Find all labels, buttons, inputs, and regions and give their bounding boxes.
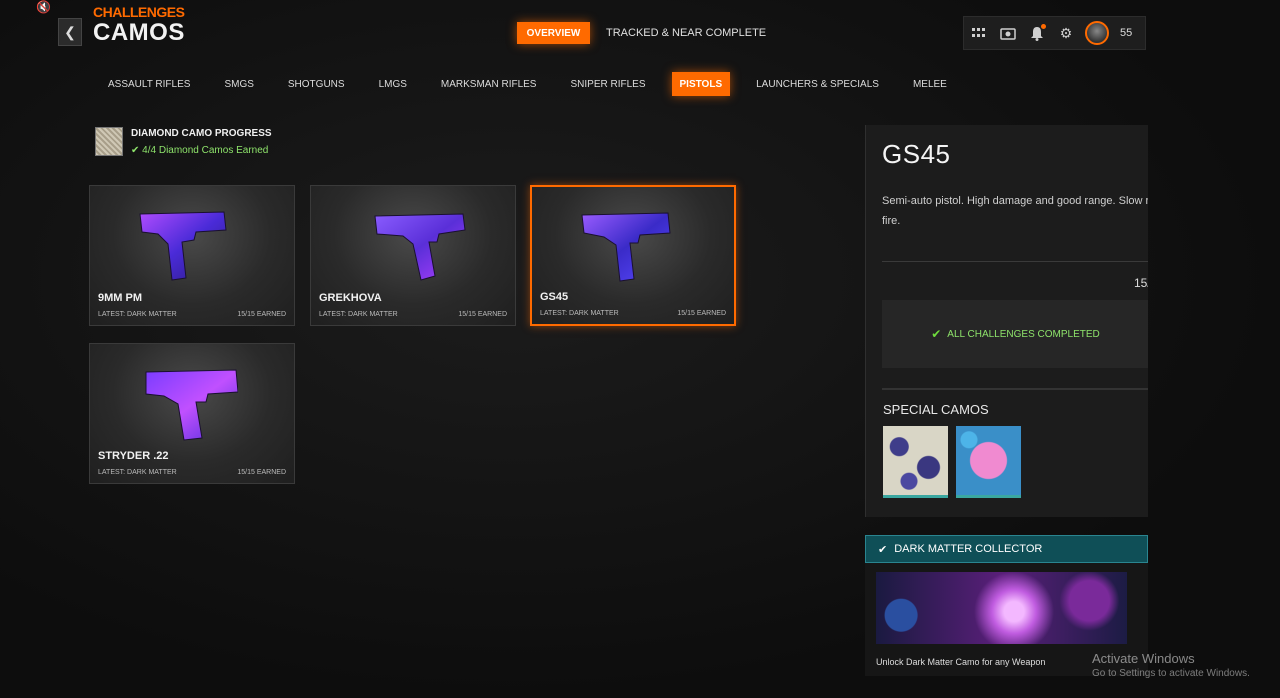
weapon-earned-count: 15/15 EARNED xyxy=(237,311,286,318)
diamond-progress-status: ✔ 4/4 Diamond Camos Earned xyxy=(131,145,269,156)
pistol-icon xyxy=(139,211,227,281)
tab-tracked-near-complete[interactable]: TRACKED & NEAR COMPLETE xyxy=(606,22,766,44)
special-camo-floral[interactable] xyxy=(883,426,948,498)
mute-icon[interactable]: 🔇 xyxy=(36,0,51,14)
tab-melee[interactable]: MELEE xyxy=(905,72,955,96)
weapon-latest-camo: LATEST: DARK MATTER xyxy=(98,311,177,318)
grid-icon[interactable] xyxy=(969,23,989,43)
weapon-earned-count: 15/15 EARNED xyxy=(237,469,286,476)
weapon-name: 9MM PM xyxy=(98,292,142,304)
dark-matter-collector-description: Unlock Dark Matter Camo for any Weapon xyxy=(876,657,1046,667)
diamond-progress-title: DIAMOND CAMO PROGRESS xyxy=(131,128,272,139)
weapon-name: GREKHOVA xyxy=(319,292,382,304)
dark-matter-collector-image xyxy=(876,572,1127,644)
pistol-icon xyxy=(145,369,238,441)
weapon-card-stryder-22[interactable]: STRYDER .22 LATEST: DARK MATTER 15/15 EA… xyxy=(89,343,295,484)
page-title: CAMOS xyxy=(93,19,185,46)
back-icon: ❮ xyxy=(64,23,76,40)
weapon-earned-count: 15/15 EARNED xyxy=(677,310,726,317)
dark-matter-collector-header[interactable]: ✔ DARK MATTER COLLECTOR xyxy=(865,535,1148,563)
special-camos-title: SPECIAL CAMOS xyxy=(883,402,989,417)
weapon-name: STRYDER .22 xyxy=(98,450,169,462)
special-camo-cat[interactable] xyxy=(956,426,1021,498)
check-icon: ✔ xyxy=(878,543,888,556)
weapon-latest-camo: LATEST: DARK MATTER xyxy=(540,310,619,317)
weapon-card-gs45[interactable]: GS45 LATEST: DARK MATTER 15/15 EARNED xyxy=(530,185,736,326)
player-level: 55 xyxy=(1120,27,1133,39)
check-icon: ✔ xyxy=(131,145,143,156)
tab-launchers-specials[interactable]: LAUNCHERS & SPECIALS xyxy=(748,72,887,96)
weapon-name: GS45 xyxy=(540,291,569,303)
check-icon: ✔ xyxy=(931,327,942,341)
weapon-card-9mm-pm[interactable]: 9MM PM LATEST: DARK MATTER 15/15 EARNED xyxy=(89,185,295,326)
challenges-complete-box: ✔ ALL CHALLENGES COMPLETED xyxy=(882,300,1148,368)
tab-lmgs[interactable]: LMGS xyxy=(371,72,415,96)
gear-icon[interactable]: ⚙ xyxy=(1056,23,1076,43)
bell-icon[interactable] xyxy=(1027,23,1047,43)
dark-matter-collector-title: DARK MATTER COLLECTOR xyxy=(894,543,1043,555)
notification-dot xyxy=(1041,24,1046,29)
divider xyxy=(882,388,1148,390)
tab-sniper-rifles[interactable]: SNIPER RIFLES xyxy=(562,72,653,96)
pistol-icon xyxy=(581,212,671,282)
detail-description: Semi-auto pistol. High damage and good r… xyxy=(882,195,1148,227)
weapon-card-grekhova[interactable]: GREKHOVA LATEST: DARK MATTER 15/15 EARNE… xyxy=(310,185,516,326)
tab-overview[interactable]: OVERVIEW xyxy=(517,22,590,44)
tab-marksman-rifles[interactable]: MARKSMAN RIFLES xyxy=(433,72,545,96)
challenges-complete-text: ALL CHALLENGES COMPLETED xyxy=(947,328,1100,340)
category-tabs: ASSAULT RIFLES SMGS SHOTGUNS LMGS MARKSM… xyxy=(100,72,955,96)
detail-weapon-name: GS45 xyxy=(882,139,951,169)
top-icon-bar: ⚙ 55 xyxy=(963,16,1146,50)
activate-windows-subtext: Go to Settings to activate Windows. xyxy=(1092,668,1250,679)
weapon-earned-count: 15/15 EARNED xyxy=(458,311,507,318)
weapon-detail-panel: GS45 Semi-auto pistol. High damage and g… xyxy=(865,125,1148,517)
tab-assault-rifles[interactable]: ASSAULT RIFLES xyxy=(100,72,198,96)
tab-shotguns[interactable]: SHOTGUNS xyxy=(280,72,353,96)
diamond-camo-swatch xyxy=(95,127,123,156)
camera-icon[interactable] xyxy=(998,23,1018,43)
avatar[interactable] xyxy=(1085,21,1109,45)
breadcrumb: CHALLENGES xyxy=(93,4,185,20)
detail-progress: 15/ xyxy=(1134,276,1148,290)
tab-pistols[interactable]: PISTOLS xyxy=(671,72,731,96)
pistol-icon xyxy=(374,213,466,281)
weapon-latest-camo: LATEST: DARK MATTER xyxy=(319,311,398,318)
tab-smgs[interactable]: SMGS xyxy=(216,72,261,96)
divider xyxy=(882,261,1148,262)
weapon-latest-camo: LATEST: DARK MATTER xyxy=(98,469,177,476)
back-button[interactable]: ❮ xyxy=(58,18,82,46)
activate-windows-watermark: Activate Windows xyxy=(1092,651,1195,666)
